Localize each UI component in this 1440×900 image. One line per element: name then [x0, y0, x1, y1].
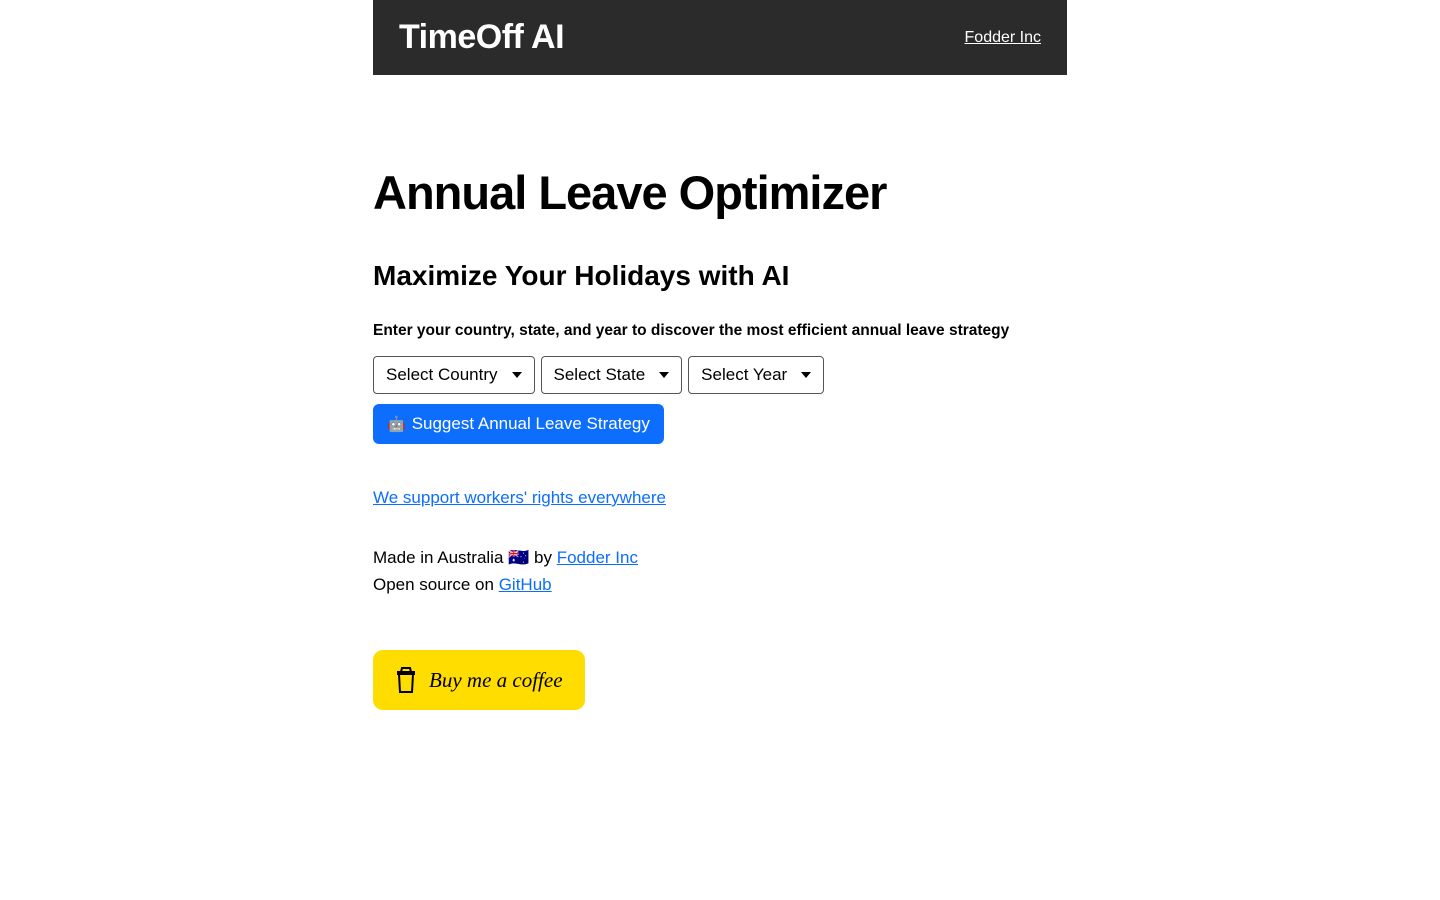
logo: TimeOff AI	[399, 18, 564, 57]
year-select-label: Select Year	[701, 365, 787, 385]
header-fodder-link[interactable]: Fodder Inc	[965, 29, 1041, 47]
page-title: Annual Leave Optimizer	[373, 165, 1067, 220]
github-link[interactable]: GitHub	[499, 575, 552, 594]
caret-down-icon	[512, 372, 522, 378]
bmc-label: Buy me a coffee	[429, 668, 563, 693]
header: TimeOff AI Fodder Inc	[373, 0, 1067, 75]
suggest-strategy-label: Suggest Annual Leave Strategy	[412, 414, 650, 434]
country-select-label: Select Country	[386, 365, 498, 385]
caret-down-icon	[659, 372, 669, 378]
country-select[interactable]: Select Country	[373, 356, 535, 394]
opensource-prefix: Open source on	[373, 575, 499, 594]
main: Annual Leave Optimizer Maximize Your Hol…	[373, 75, 1067, 710]
workers-rights-link[interactable]: We support workers' rights everywhere	[373, 488, 1067, 508]
madein-prefix: Made in Australia 🇦🇺 by	[373, 548, 557, 567]
buy-me-a-coffee-button[interactable]: Buy me a coffee	[373, 650, 585, 710]
controls-row: Select Country Select State Select Year	[373, 356, 1067, 394]
robot-icon: 🤖	[387, 415, 406, 433]
footer-text: Made in Australia 🇦🇺 by Fodder Inc Open …	[373, 544, 1067, 598]
year-select[interactable]: Select Year	[688, 356, 824, 394]
fodder-inc-link[interactable]: Fodder Inc	[557, 548, 638, 567]
coffee-cup-icon	[395, 666, 417, 694]
instructions-text: Enter your country, state, and year to d…	[373, 322, 1067, 340]
caret-down-icon	[801, 372, 811, 378]
page-subtitle: Maximize Your Holidays with AI	[373, 260, 1067, 292]
suggest-strategy-button[interactable]: 🤖 Suggest Annual Leave Strategy	[373, 404, 664, 444]
state-select[interactable]: Select State	[541, 356, 683, 394]
state-select-label: Select State	[554, 365, 646, 385]
